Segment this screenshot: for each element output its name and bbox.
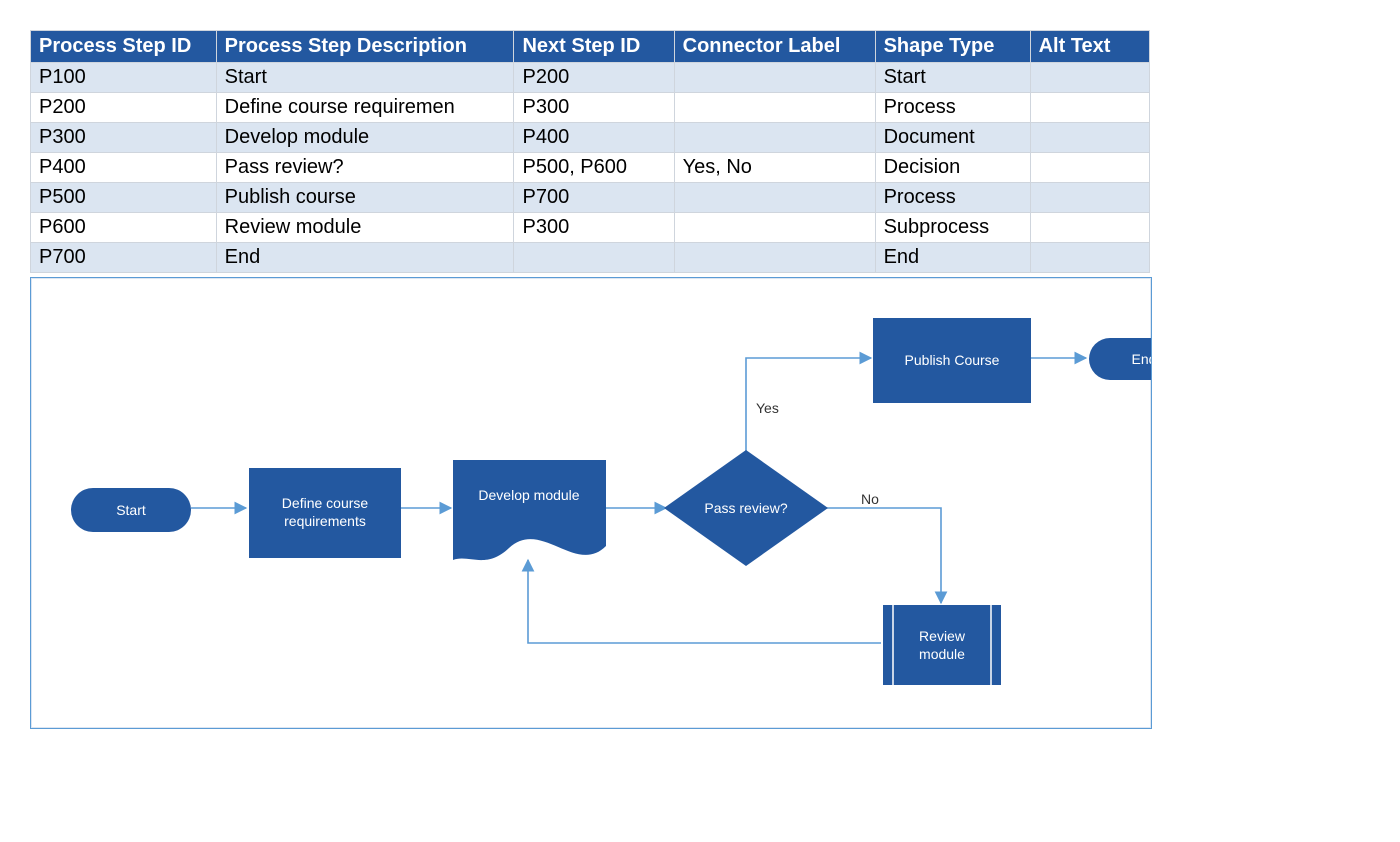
table-row: P200 Define course requiremen P300 Proce…: [31, 93, 1150, 123]
cell-alt: [1030, 213, 1149, 243]
cell-next-id: [514, 243, 674, 273]
flowchart-canvas: Yes No Start Define course requirements …: [30, 277, 1152, 729]
table-body: P100 Start P200 Start P200 Define course…: [31, 63, 1150, 273]
table-row: P100 Start P200 Start: [31, 63, 1150, 93]
connector-review-to-develop: [528, 560, 881, 643]
cell-next-id: P300: [514, 213, 674, 243]
cell-connector: Yes, No: [674, 153, 875, 183]
cell-step-id: P400: [31, 153, 217, 183]
cell-connector: [674, 183, 875, 213]
connector-label-yes: Yes: [756, 400, 779, 416]
cell-step-id: P500: [31, 183, 217, 213]
shape-start-label: Start: [116, 502, 146, 518]
cell-next-id: P700: [514, 183, 674, 213]
cell-next-id: P300: [514, 93, 674, 123]
cell-step-desc: End: [216, 243, 514, 273]
table-row: P300 Develop module P400 Document: [31, 123, 1150, 153]
table-row: P500 Publish course P700 Process: [31, 183, 1150, 213]
cell-connector: [674, 123, 875, 153]
shape-start: Start: [71, 488, 191, 532]
cell-shape: Process: [875, 93, 1030, 123]
table-row: P700 End End: [31, 243, 1150, 273]
cell-step-desc: Review module: [216, 213, 514, 243]
cell-alt: [1030, 243, 1149, 273]
cell-step-id: P700: [31, 243, 217, 273]
col-connector-label: Connector Label: [674, 31, 875, 63]
col-process-step-description: Process Step Description: [216, 31, 514, 63]
cell-step-id: P600: [31, 213, 217, 243]
cell-alt: [1030, 183, 1149, 213]
connector-label-no: No: [861, 491, 879, 507]
col-shape-type: Shape Type: [875, 31, 1030, 63]
shape-publish-label: Publish Course: [905, 352, 1000, 368]
shape-publish-course: Publish Course: [873, 318, 1031, 403]
shape-review-module: Review module: [883, 605, 1001, 685]
shape-define-course-requirements: Define course requirements: [249, 468, 401, 558]
cell-next-id: P400: [514, 123, 674, 153]
process-steps-table: Process Step ID Process Step Description…: [30, 30, 1150, 273]
cell-step-desc: Pass review?: [216, 153, 514, 183]
cell-next-id: P500, P600: [514, 153, 674, 183]
shape-review-label2: module: [919, 646, 965, 662]
col-process-step-id: Process Step ID: [31, 31, 217, 63]
cell-shape: Process: [875, 183, 1030, 213]
table-row: P400 Pass review? P500, P600 Yes, No Dec…: [31, 153, 1150, 183]
cell-alt: [1030, 63, 1149, 93]
cell-step-desc: Define course requiremen: [216, 93, 514, 123]
cell-connector: [674, 243, 875, 273]
shape-develop-module: Develop module: [453, 460, 606, 560]
connector-decision-no-to-review: [826, 508, 941, 603]
cell-step-id: P100: [31, 63, 217, 93]
cell-shape: Document: [875, 123, 1030, 153]
shape-define-label1: Define course: [282, 495, 369, 511]
cell-shape: Decision: [875, 153, 1030, 183]
cell-shape: Start: [875, 63, 1030, 93]
cell-step-desc: Develop module: [216, 123, 514, 153]
cell-shape: Subprocess: [875, 213, 1030, 243]
shape-define-label2: requirements: [284, 513, 366, 529]
shape-review-label1: Review: [919, 628, 966, 644]
table-header-row: Process Step ID Process Step Description…: [31, 31, 1150, 63]
cell-connector: [674, 93, 875, 123]
shape-end: End: [1089, 338, 1151, 380]
cell-connector: [674, 213, 875, 243]
table-row: P600 Review module P300 Subprocess: [31, 213, 1150, 243]
cell-next-id: P200: [514, 63, 674, 93]
cell-step-id: P200: [31, 93, 217, 123]
cell-step-desc: Publish course: [216, 183, 514, 213]
shape-decision-label: Pass review?: [704, 500, 787, 516]
shape-develop-label: Develop module: [478, 487, 579, 503]
cell-shape: End: [875, 243, 1030, 273]
cell-step-desc: Start: [216, 63, 514, 93]
col-next-step-id: Next Step ID: [514, 31, 674, 63]
col-alt-text: Alt Text: [1030, 31, 1149, 63]
cell-step-id: P300: [31, 123, 217, 153]
cell-alt: [1030, 153, 1149, 183]
shape-end-label: End: [1132, 351, 1151, 367]
cell-alt: [1030, 123, 1149, 153]
shape-pass-review-decision: Pass review?: [664, 450, 828, 566]
cell-alt: [1030, 93, 1149, 123]
cell-connector: [674, 63, 875, 93]
